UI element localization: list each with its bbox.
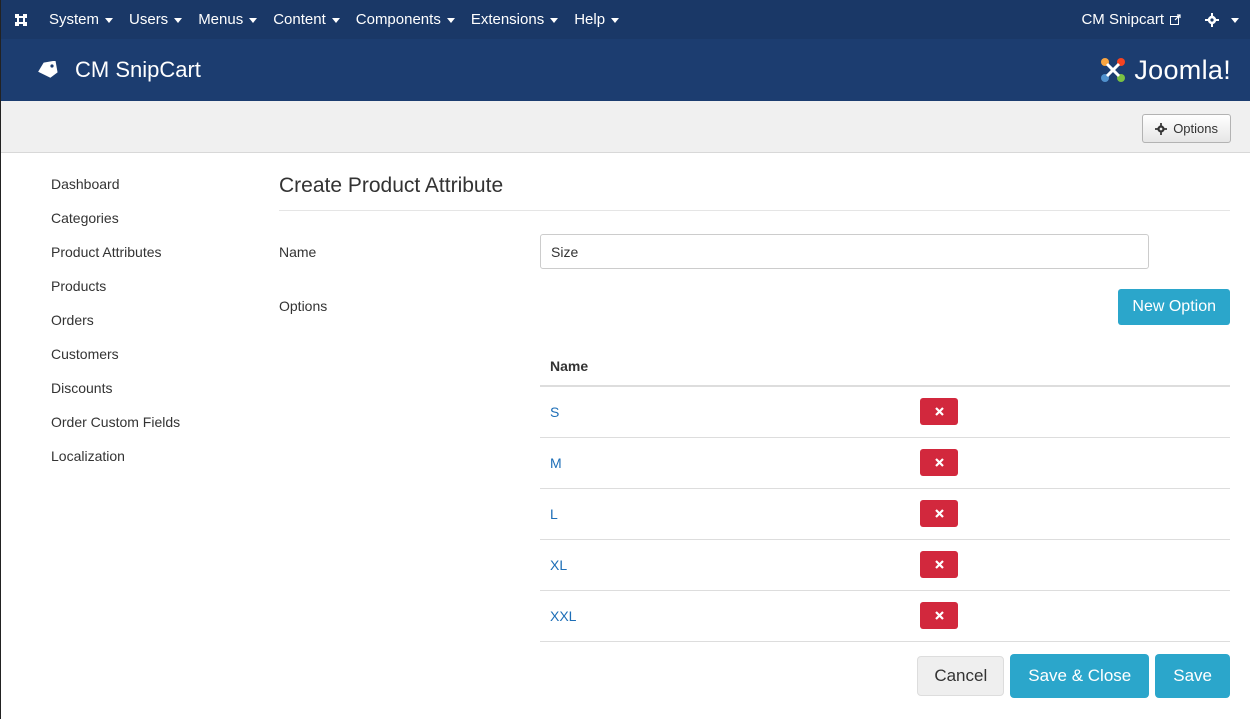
sidebar-item-orders[interactable]: Orders: [51, 310, 251, 344]
joomla-logo-text: Joomla!: [1134, 54, 1231, 85]
table-row: L: [540, 488, 1230, 540]
menu-content-label: Content: [273, 11, 326, 28]
close-icon: [934, 458, 944, 467]
sidebar-item-order-custom-fields[interactable]: Order Custom Fields: [51, 412, 251, 446]
table-header-row: Name: [540, 346, 1230, 387]
close-icon: [934, 560, 944, 569]
delete-option-button[interactable]: [920, 551, 958, 578]
caret-down-icon: [105, 18, 114, 23]
sidebar-item-dashboard[interactable]: Dashboard: [51, 174, 251, 208]
sidebar-item-discounts[interactable]: Discounts: [51, 378, 251, 412]
caret-down-icon: [174, 18, 183, 23]
gear-icon: [1155, 122, 1168, 135]
table-row: M: [540, 437, 1230, 489]
options-table: Name S M L XL XXL: [540, 346, 1230, 642]
form-actions: Cancel Save & Close Save: [917, 654, 1230, 698]
option-actions-cell: [910, 386, 1230, 438]
gear-icon: [1205, 12, 1219, 27]
option-name-link[interactable]: L: [540, 488, 910, 540]
user-settings-menu[interactable]: [1195, 12, 1250, 27]
save-close-button[interactable]: Save & Close: [1010, 654, 1150, 698]
option-actions-cell: [910, 590, 1230, 642]
option-name-link[interactable]: M: [540, 437, 910, 489]
options-button-label: Options: [1173, 121, 1218, 136]
column-header-actions: [910, 346, 1230, 387]
external-link-icon: [1170, 14, 1181, 25]
page-header-title: CM SnipCart: [75, 57, 201, 82]
joomla-logo: Joomla!: [1098, 55, 1231, 86]
sidebar-item-categories[interactable]: Categories: [51, 208, 251, 242]
toolbar: Options: [1, 101, 1250, 153]
option-actions-cell: [910, 539, 1230, 591]
table-row: XL: [540, 539, 1230, 591]
caret-down-icon: [1231, 18, 1239, 23]
table-row: S: [540, 386, 1230, 438]
menu-users[interactable]: Users: [121, 0, 190, 39]
close-icon: [934, 509, 944, 518]
delete-option-button[interactable]: [920, 449, 958, 476]
menu-system[interactable]: System: [41, 0, 121, 39]
menu-users-label: Users: [129, 11, 169, 28]
option-actions-cell: [910, 488, 1230, 540]
caret-down-icon: [446, 18, 455, 23]
joomla-logo-icon: [1101, 58, 1126, 82]
page-title: Create Product Attribute: [279, 174, 1230, 211]
menu-extensions-label: Extensions: [470, 11, 545, 28]
main-content: Create Product Attribute Name Options Ne…: [279, 174, 1230, 642]
caret-down-icon: [331, 18, 340, 23]
new-option-button[interactable]: New Option: [1118, 289, 1230, 325]
menu-help-label: Help: [574, 11, 606, 28]
close-icon: [934, 407, 944, 417]
top-navbar: System Users Menus Content Components Ex…: [1, 0, 1250, 39]
option-name-link[interactable]: XL: [540, 539, 910, 591]
component-header: CM SnipCart Joomla!: [1, 39, 1250, 101]
option-name-link[interactable]: XXL: [540, 590, 910, 642]
sidebar: Dashboard Categories Product Attributes …: [51, 174, 251, 480]
save-button[interactable]: Save: [1155, 654, 1230, 698]
menu-system-label: System: [49, 11, 100, 28]
menu-help[interactable]: Help: [566, 0, 627, 39]
caret-down-icon: [611, 18, 620, 23]
table-row: XXL: [540, 590, 1230, 642]
cancel-button[interactable]: Cancel: [917, 656, 1005, 696]
menu-menus-label: Menus: [198, 11, 244, 28]
menu-menus[interactable]: Menus: [190, 0, 265, 39]
caret-down-icon: [249, 18, 258, 23]
sidebar-item-customers[interactable]: Customers: [51, 344, 251, 378]
option-name-link[interactable]: S: [540, 386, 910, 438]
site-link[interactable]: CM Snipcart: [1067, 11, 1195, 28]
joomla-menu-icon[interactable]: [1, 0, 41, 39]
close-icon: [934, 611, 944, 620]
tag-icon: [37, 61, 59, 79]
menu-extensions[interactable]: Extensions: [463, 0, 566, 39]
name-input[interactable]: [540, 234, 1149, 269]
menu-content[interactable]: Content: [265, 0, 348, 39]
delete-option-button[interactable]: [920, 602, 958, 629]
top-menu: System Users Menus Content Components Ex…: [41, 0, 627, 39]
menu-components[interactable]: Components: [348, 0, 463, 39]
sidebar-item-products[interactable]: Products: [51, 276, 251, 310]
name-label: Name: [279, 244, 317, 260]
sidebar-item-product-attributes[interactable]: Product Attributes: [51, 242, 251, 276]
option-actions-cell: [910, 437, 1230, 489]
options-button[interactable]: Options: [1142, 114, 1231, 143]
column-header-name: Name: [540, 346, 910, 387]
delete-option-button[interactable]: [920, 500, 958, 527]
delete-option-button[interactable]: [920, 398, 958, 426]
caret-down-icon: [550, 18, 559, 23]
menu-components-label: Components: [355, 11, 441, 28]
sidebar-item-localization[interactable]: Localization: [51, 446, 251, 480]
site-link-label: CM Snipcart: [1081, 11, 1164, 28]
options-label: Options: [279, 298, 328, 314]
top-right-group: CM Snipcart: [1067, 0, 1250, 39]
